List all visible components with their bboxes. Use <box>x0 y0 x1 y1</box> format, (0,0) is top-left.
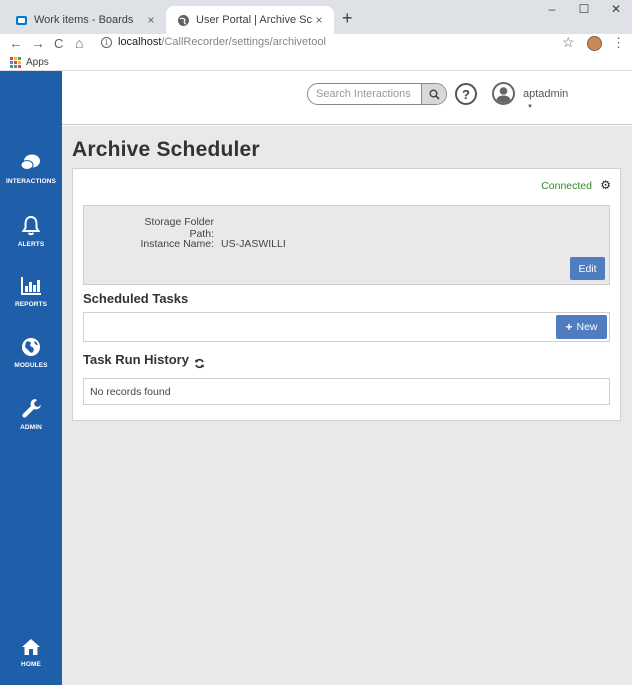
sidebar-item-reports[interactable]: REPORTS <box>0 276 62 308</box>
bell-icon <box>21 215 41 236</box>
forward-icon[interactable]: → <box>31 35 45 51</box>
sidebar-item-label: INTERACTIONS <box>6 178 56 185</box>
scheduled-tasks-title: Scheduled Tasks <box>83 291 189 306</box>
tab-close-icon[interactable]: × <box>312 13 326 27</box>
apps-grid-icon <box>10 57 21 68</box>
empty-state-text: No records found <box>90 386 171 398</box>
refresh-icon[interactable] <box>194 357 205 372</box>
sidebar-item-label: REPORTS <box>14 301 48 308</box>
chevron-down-icon[interactable]: ▼ <box>527 104 533 110</box>
new-task-button[interactable]: + New <box>556 315 607 339</box>
apps-dot <box>18 65 21 68</box>
apps-dot <box>10 61 13 64</box>
globe-favicon-icon <box>176 13 190 27</box>
browser-menu-icon[interactable]: ⋮ <box>612 35 625 51</box>
sidebar-item-modules[interactable]: MODULES <box>0 337 62 369</box>
sidebar-item-label: HOME <box>21 661 41 668</box>
sidebar-item-home[interactable]: HOME <box>0 638 62 668</box>
apps-dot <box>14 57 17 60</box>
tab-close-icon[interactable]: × <box>144 13 158 27</box>
info-icon[interactable]: i <box>101 37 112 48</box>
app-header: ? aptadmin ▼ <box>62 71 632 125</box>
bookmark-star-icon[interactable]: ☆ <box>562 34 575 51</box>
apps-dot <box>10 65 13 68</box>
connection-status: Connected <box>541 180 592 192</box>
search-box <box>307 83 447 105</box>
tab-title: User Portal | Archive Scheduler <box>196 14 312 26</box>
task-run-history-title: Task Run History <box>83 352 189 367</box>
house-icon <box>22 639 40 655</box>
sidebar-item-label: MODULES <box>14 362 48 369</box>
apps-dot <box>18 61 21 64</box>
search-input[interactable] <box>308 84 418 104</box>
tab-title: Work items - Boards <box>34 14 134 26</box>
globe-icon <box>22 338 40 356</box>
storage-folder-label: Storage Folder Path: <box>144 216 214 240</box>
sidebar: INTERACTIONS ALERTS REPORTS MODULES ADMI… <box>0 71 62 685</box>
url-field[interactable]: localhost/CallRecorder/settings/archivet… <box>118 36 326 48</box>
browser-tab-strip: Work items - Boards × User Portal | Arch… <box>0 0 632 34</box>
sidebar-item-interactions[interactable]: INTERACTIONS <box>0 153 62 185</box>
maximize-button[interactable]: ☐ <box>568 2 600 16</box>
apps-bookmark[interactable]: Apps <box>10 57 49 68</box>
main-content: Archive Scheduler Connected ⚙ Storage Fo… <box>62 126 632 685</box>
search-icon <box>429 89 440 100</box>
home-icon[interactable]: ⌂ <box>75 35 83 51</box>
help-button[interactable]: ? <box>455 83 477 105</box>
storage-settings-panel: Storage Folder Path: Instance Name: US-J… <box>83 205 610 285</box>
minimize-button[interactable]: – <box>536 2 568 16</box>
apps-dot <box>18 57 21 60</box>
apps-label: Apps <box>26 57 49 68</box>
apps-dot <box>10 57 13 60</box>
scheduled-tasks-list: + New <box>83 312 610 342</box>
apps-dot <box>14 65 17 68</box>
plus-icon: + <box>565 320 573 334</box>
new-task-label: New <box>576 321 598 333</box>
bar-chart-icon <box>21 277 41 295</box>
edit-button[interactable]: Edit <box>570 257 605 280</box>
wrench-icon <box>21 399 41 418</box>
profile-avatar-icon[interactable] <box>587 36 602 51</box>
sidebar-item-admin[interactable]: ADMIN <box>0 398 62 431</box>
instance-name-label: Instance Name: <box>140 238 214 250</box>
gear-icon[interactable]: ⚙ <box>600 178 611 192</box>
new-tab-button[interactable]: + <box>342 8 353 29</box>
back-icon[interactable]: ← <box>9 35 23 51</box>
user-avatar[interactable] <box>492 82 515 105</box>
username-label[interactable]: aptadmin <box>523 88 568 100</box>
chat-bubbles-icon <box>20 154 40 170</box>
apps-dot <box>14 61 17 64</box>
address-bar: ← → C ⌂ i localhost/CallRecorder/setting… <box>0 34 632 54</box>
browser-tab-user-portal[interactable]: User Portal | Archive Scheduler × <box>166 6 334 34</box>
url-path: /CallRecorder/settings/archivetool <box>161 36 326 48</box>
browser-tab-work-items[interactable]: Work items - Boards × <box>6 6 166 34</box>
azure-devops-icon <box>14 13 28 27</box>
instance-name-value: US-JASWILLI <box>221 238 286 250</box>
task-run-history-list: No records found <box>83 378 610 405</box>
reload-icon[interactable]: C <box>54 36 63 51</box>
search-button[interactable] <box>421 84 446 104</box>
sidebar-item-label: ADMIN <box>20 424 42 431</box>
bookmarks-bar: Apps <box>0 54 632 71</box>
sidebar-item-alerts[interactable]: ALERTS <box>0 215 62 248</box>
user-icon <box>496 87 511 103</box>
url-host: localhost <box>118 36 162 48</box>
close-window-button[interactable]: ✕ <box>600 2 632 16</box>
page-title: Archive Scheduler <box>72 138 260 161</box>
archive-scheduler-card: Connected ⚙ Storage Folder Path: Instanc… <box>72 168 621 421</box>
sidebar-item-label: ALERTS <box>17 241 45 248</box>
